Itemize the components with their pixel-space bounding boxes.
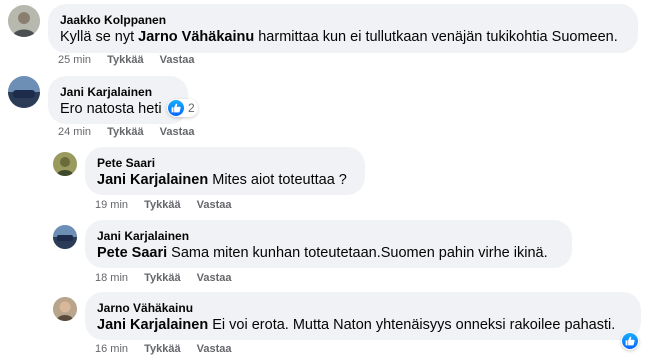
comment-text-body: Ei voi erota. Mutta Naton yhtenäisyys on… (208, 317, 616, 333)
avatar[interactable] (8, 5, 40, 37)
reply-button[interactable]: Vastaa (197, 199, 232, 211)
avatar[interactable] (53, 152, 77, 176)
like-button[interactable]: Tykkää (144, 343, 181, 355)
reply-button[interactable]: Vastaa (160, 126, 195, 138)
comment-author[interactable]: Jaakko Kolppanen (60, 12, 626, 28)
like-icon (168, 100, 184, 116)
comment-meta: 16 min Tykkää Vastaa (95, 343, 245, 355)
avatar[interactable] (53, 297, 77, 321)
reaction-summary[interactable]: 2 (167, 99, 198, 117)
reply-button[interactable]: Vastaa (197, 343, 232, 355)
comment-text-post: harmittaa kun ei tullutkaan venäjän tuki… (254, 29, 618, 45)
comment-meta: 25 min Tykkää Vastaa (58, 54, 208, 66)
comment-bubble: Pete Saari Jani Karjalainen Mites aiot t… (85, 147, 365, 195)
comment-author[interactable]: Jarno Vähäkainu (97, 300, 629, 316)
like-button[interactable]: Tykkää (107, 126, 144, 138)
comment-text: Kyllä se nyt Jarno Vähäkainu harmittaa k… (60, 28, 626, 47)
mention-link[interactable]: Pete Saari (97, 245, 167, 261)
like-button[interactable]: Tykkää (107, 54, 144, 66)
comment-time[interactable]: 16 min (95, 343, 128, 355)
avatar[interactable] (53, 225, 77, 249)
comment-text-pre: Kyllä se nyt (60, 29, 139, 45)
comment-text: Ero natosta heti (60, 101, 162, 117)
comment-time[interactable]: 24 min (58, 126, 91, 138)
comment-time[interactable]: 19 min (95, 199, 128, 211)
like-button[interactable]: Tykkää (144, 272, 181, 284)
mention-link[interactable]: Jani Karjalainen (97, 172, 208, 188)
comment-text: Pete Saari Sama miten kunhan toteutetaan… (97, 244, 560, 263)
comment-bubble: Jani Karjalainen Pete Saari Sama miten k… (85, 220, 572, 268)
avatar[interactable] (8, 76, 40, 108)
comment-meta: 18 min Tykkää Vastaa (95, 272, 245, 284)
comment-time[interactable]: 25 min (58, 54, 91, 66)
comment-time[interactable]: 18 min (95, 272, 128, 284)
comment-text: Jani Karjalainen Ei voi erota. Mutta Nat… (97, 316, 629, 335)
reaction-summary[interactable] (621, 332, 639, 350)
mention-link[interactable]: Jarno Vähäkainu (138, 29, 254, 45)
comment-bubble: Jaakko Kolppanen Kyllä se nyt Jarno Vähä… (48, 4, 638, 53)
comment-meta: 24 min Tykkää Vastaa (58, 126, 208, 138)
comment-meta: 19 min Tykkää Vastaa (95, 199, 245, 211)
mention-link[interactable]: Jani Karjalainen (97, 317, 208, 333)
comment-author[interactable]: Pete Saari (97, 155, 353, 171)
comment-text: Jani Karjalainen Mites aiot toteuttaa ? (97, 171, 353, 190)
comment-text-body: Mites aiot toteuttaa ? (208, 172, 347, 188)
comment-text-body: Sama miten kunhan toteutetaan.Suomen pah… (167, 245, 548, 261)
comment-bubble: Jarno Vähäkainu Jani Karjalainen Ei voi … (85, 292, 641, 340)
comment-bubble: Jani Karjalainen Ero natosta heti (48, 76, 188, 124)
comment-author[interactable]: Jani Karjalainen (60, 84, 176, 100)
like-button[interactable]: Tykkää (144, 199, 181, 211)
reaction-count: 2 (188, 101, 195, 115)
reply-button[interactable]: Vastaa (197, 272, 232, 284)
like-icon (622, 333, 638, 349)
comment-author[interactable]: Jani Karjalainen (97, 228, 560, 244)
reply-button[interactable]: Vastaa (160, 54, 195, 66)
